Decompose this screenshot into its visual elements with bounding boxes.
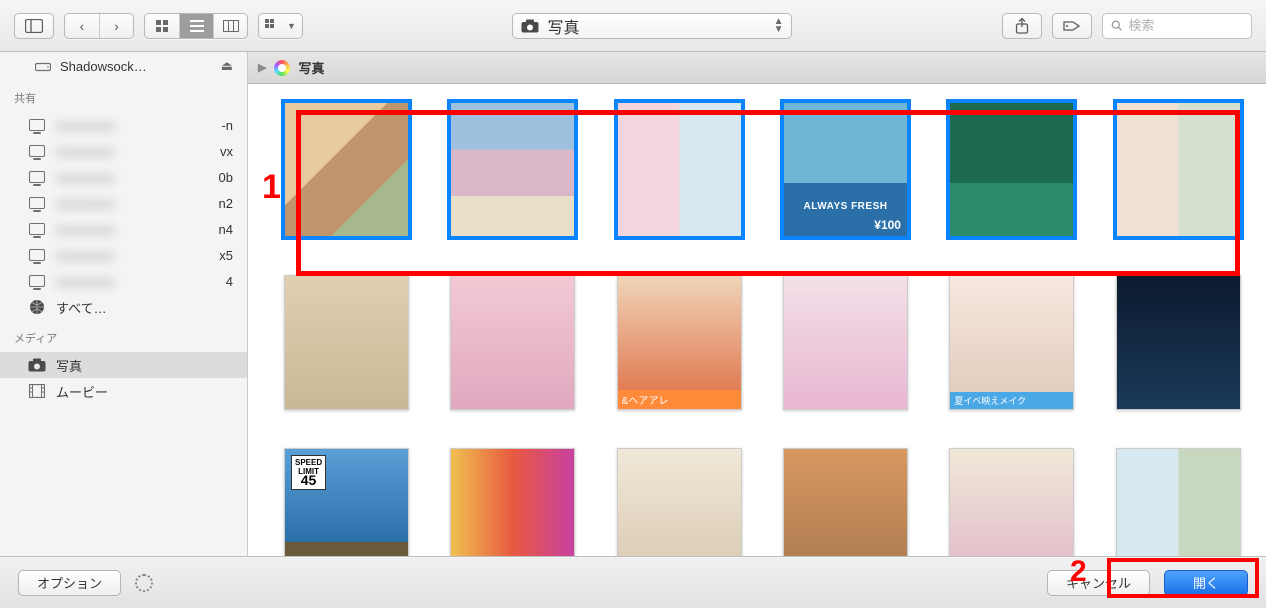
- path-title: 写真: [298, 58, 324, 77]
- shared-name-blurred: xxxxxxxxx: [56, 274, 140, 289]
- shared-suffix: -n: [150, 118, 236, 133]
- thumbnail[interactable]: [284, 275, 409, 410]
- thumb-caption: ALWAYS FRESH: [784, 201, 907, 212]
- sidebar-section-shared: 共有: [0, 80, 247, 112]
- shared-name-blurred: xxxxxxxxx: [56, 222, 140, 237]
- thumb-caption: 夏イベ映えメイク: [950, 392, 1073, 409]
- shared-suffix: 0b: [150, 170, 236, 185]
- thumbnail[interactable]: ALWAYS FRESH ¥100: [783, 102, 908, 237]
- thumbnail[interactable]: [450, 102, 575, 237]
- thumbnail-grid-wrap: ALWAYS FRESH ¥100&ヘアアレ 夏イベ映えメイク SPEEDLIMIT4…: [248, 84, 1266, 556]
- monitor-icon: [28, 274, 46, 288]
- open-button[interactable]: 開く: [1164, 570, 1248, 596]
- back-button[interactable]: ‹: [65, 14, 99, 38]
- thumbnail[interactable]: [284, 102, 409, 237]
- sidebar: Shadowsock… ⏏ 共有 xxxxxxxxx-nxxxxxxxxxvxx…: [0, 52, 248, 556]
- shared-suffix: vx: [150, 144, 236, 159]
- sidebar-shared-item[interactable]: xxxxxxxxx 0b: [0, 164, 247, 190]
- thumbnail[interactable]: &ヘアアレ: [617, 275, 742, 410]
- shared-name-blurred: xxxxxxxxx: [56, 248, 140, 263]
- sidebar-movies-label: ムービー: [56, 382, 108, 401]
- search-icon: [1111, 19, 1122, 32]
- location-label: 写真: [547, 14, 579, 38]
- camera-icon: [521, 19, 539, 33]
- sidebar-shared-item[interactable]: xxxxxxxxx 4: [0, 268, 247, 294]
- shared-name-blurred: xxxxxxxxx: [56, 144, 140, 159]
- shared-name-blurred: xxxxxxxxx: [56, 196, 140, 211]
- nav-group: ‹ ›: [64, 13, 134, 39]
- content-area: ▶ 写真 ALWAYS FRESH ¥100&ヘアアレ 夏イベ映えメイク SPEEDL…: [248, 52, 1266, 556]
- camera-icon: [28, 358, 46, 372]
- shared-suffix: n4: [150, 222, 236, 237]
- list-view-button[interactable]: [179, 14, 213, 38]
- column-view-button[interactable]: [213, 14, 247, 38]
- sidebar-section-media: メディア: [0, 320, 247, 352]
- icon-view-button[interactable]: [145, 14, 179, 38]
- thumbnail[interactable]: SPEEDLIMIT45: [284, 448, 409, 556]
- location-dropdown[interactable]: 写真 ▲▼: [512, 13, 792, 39]
- share-button[interactable]: [1002, 13, 1042, 39]
- thumbnail[interactable]: [783, 448, 908, 556]
- tags-button[interactable]: [1052, 13, 1092, 39]
- view-mode-group: [144, 13, 248, 39]
- options-button[interactable]: オプション: [18, 570, 121, 596]
- bottom-bar: オプション キャンセル 開く: [0, 556, 1266, 608]
- thumbnail[interactable]: [450, 275, 575, 410]
- sidebar-shared-item[interactable]: xxxxxxxxx vx: [0, 138, 247, 164]
- shared-suffix: 4: [150, 274, 236, 289]
- thumbnail[interactable]: [1116, 275, 1241, 410]
- search-input[interactable]: [1128, 18, 1243, 33]
- monitor-icon: [28, 118, 46, 132]
- thumbnail[interactable]: カジュアルなのに 夏服: [949, 448, 1074, 556]
- sidebar-item-all[interactable]: すべて…: [0, 294, 247, 320]
- monitor-icon: [28, 248, 46, 262]
- cancel-button[interactable]: キャンセル: [1047, 570, 1150, 596]
- disclosure-triangle-icon[interactable]: ▶: [258, 61, 266, 74]
- monitor-icon: [28, 196, 46, 210]
- monitor-icon: [28, 222, 46, 236]
- sidebar-photos-label: 写真: [56, 356, 82, 375]
- updown-icon: ▲▼: [774, 18, 784, 34]
- thumbnail[interactable]: 夏イベ映えメイク: [949, 275, 1074, 410]
- sidebar-toggle-button[interactable]: [14, 13, 54, 39]
- sidebar-shared-item[interactable]: xxxxxxxxx n4: [0, 216, 247, 242]
- toolbar: ‹ › ▼ 写真 ▲▼: [0, 0, 1266, 52]
- sidebar-shared-item[interactable]: xxxxxxxxx -n: [0, 112, 247, 138]
- monitor-icon: [28, 144, 46, 158]
- forward-button[interactable]: ›: [99, 14, 133, 38]
- path-bar: ▶ 写真: [248, 52, 1266, 84]
- search-field[interactable]: [1102, 13, 1252, 39]
- sidebar-item-photos[interactable]: 写真: [0, 352, 247, 378]
- eject-icon[interactable]: ⏏: [221, 58, 233, 74]
- thumbnail[interactable]: [783, 275, 908, 410]
- sidebar-shared-item[interactable]: xxxxxxxxx n2: [0, 190, 247, 216]
- shared-name-blurred: xxxxxxxxx: [56, 170, 140, 185]
- thumbnail[interactable]: [1116, 448, 1241, 556]
- thumbnail[interactable]: [617, 102, 742, 237]
- thumb-sign: SPEEDLIMIT45: [291, 455, 326, 490]
- loading-spinner-icon: [135, 574, 153, 592]
- grouping-dropdown[interactable]: ▼: [258, 13, 303, 39]
- monitor-icon: [28, 170, 46, 184]
- film-icon: [28, 384, 46, 398]
- shared-suffix: n2: [150, 196, 236, 211]
- shared-name-blurred: xxxxxxxxx: [56, 118, 140, 133]
- sidebar-all-label: すべて…: [56, 298, 107, 317]
- thumb-caption: &ヘアアレ: [618, 390, 741, 409]
- globe-icon: [28, 300, 46, 314]
- drive-icon: [34, 59, 52, 73]
- thumbnail[interactable]: [949, 102, 1074, 237]
- thumbnail[interactable]: [450, 448, 575, 556]
- main-area: Shadowsock… ⏏ 共有 xxxxxxxxx-nxxxxxxxxxvxx…: [0, 52, 1266, 556]
- thumbnail[interactable]: [1116, 102, 1241, 237]
- thumb-price: ¥100: [874, 218, 901, 232]
- thumbnail-grid: ALWAYS FRESH ¥100&ヘアアレ 夏イベ映えメイク SPEEDLIMIT4…: [284, 102, 1244, 556]
- thumbnail[interactable]: [617, 448, 742, 556]
- sidebar-drive-item[interactable]: Shadowsock… ⏏: [0, 52, 247, 80]
- sidebar-shared-item[interactable]: xxxxxxxxx x5: [0, 242, 247, 268]
- shared-suffix: x5: [150, 248, 236, 263]
- drive-label: Shadowsock…: [60, 59, 147, 74]
- photos-app-icon: [274, 60, 290, 76]
- sidebar-item-movies[interactable]: ムービー: [0, 378, 247, 404]
